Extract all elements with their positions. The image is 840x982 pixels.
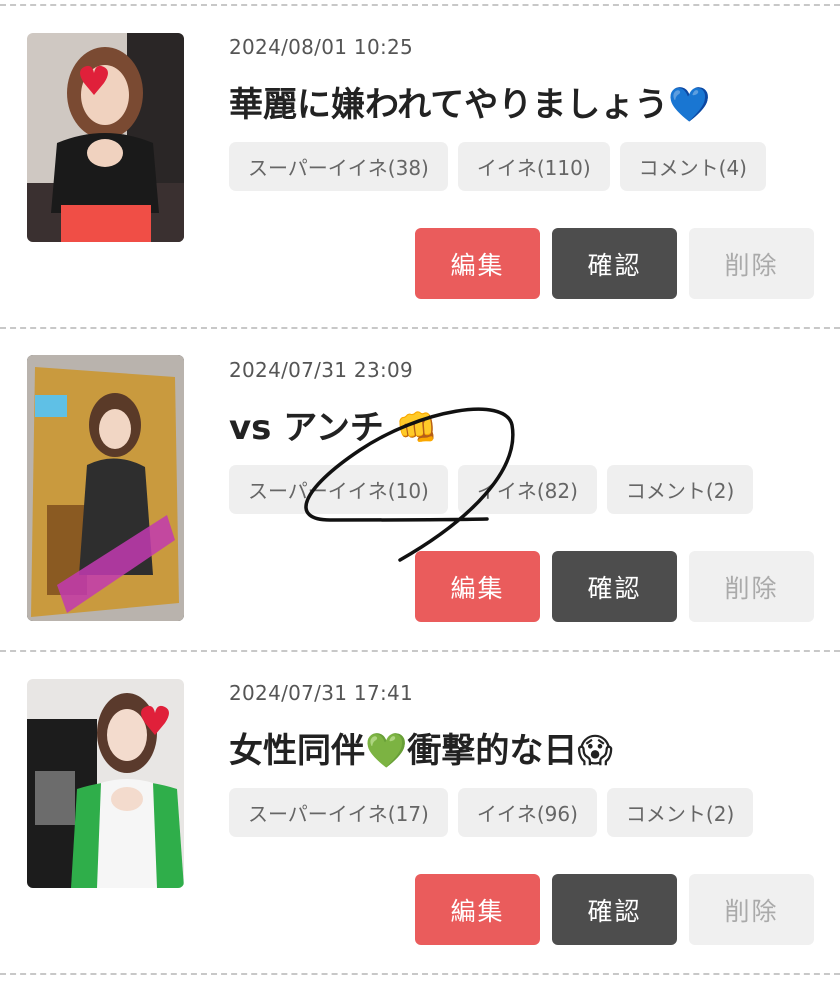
comment-count[interactable]: コメント(4) xyxy=(619,142,766,191)
post-stats: スーパーイイネ(17) イイネ(96) コメント(2) xyxy=(229,788,754,837)
post-item: 2024/08/01 10:25 華麗に嫌われてやりましょう💙 スーパーイイネ(… xyxy=(0,5,840,328)
post-stats: スーパーイイネ(10) イイネ(82) コメント(2) xyxy=(229,465,754,514)
post-title: 華麗に嫌われてやりましょう💙 xyxy=(229,77,711,126)
post-item: 2024/07/31 17:41 女性同伴💚衝撃的な日😱 スーパーイイネ(17)… xyxy=(0,651,840,974)
post-thumbnail[interactable] xyxy=(27,679,184,888)
edit-button[interactable]: 編集 xyxy=(415,551,540,622)
post-item: 2024/07/31 23:09 vs アンチ 👊 スーパーイイネ(10) イイ… xyxy=(0,328,840,651)
like-count[interactable]: イイネ(110) xyxy=(457,142,610,191)
edit-button[interactable]: 編集 xyxy=(415,228,540,299)
post-date: 2024/07/31 17:41 xyxy=(229,681,414,705)
blue-heart-icon: 💙 xyxy=(668,85,711,125)
post-title: 女性同伴💚衝撃的な日😱 xyxy=(229,723,613,772)
post-title: vs アンチ 👊 xyxy=(229,400,438,449)
post-title-text: vs アンチ xyxy=(229,408,384,448)
confirm-button[interactable]: 確認 xyxy=(552,228,677,299)
super-like-count[interactable]: スーパーイイネ(38) xyxy=(229,142,448,191)
comment-count[interactable]: コメント(2) xyxy=(606,465,754,514)
confirm-button[interactable]: 確認 xyxy=(552,551,677,622)
like-count[interactable]: イイネ(96) xyxy=(457,788,597,837)
fist-icon: 👊 xyxy=(395,408,439,448)
post-title-text: 華麗に嫌われてやりましょう xyxy=(229,85,669,125)
post-actions: 編集 確認 削除 xyxy=(415,874,814,945)
super-like-count[interactable]: スーパーイイネ(10) xyxy=(229,465,448,514)
confirm-button[interactable]: 確認 xyxy=(552,874,677,945)
comment-count[interactable]: コメント(2) xyxy=(606,788,754,837)
post-stats: スーパーイイネ(38) イイネ(110) コメント(4) xyxy=(229,142,766,191)
post-date: 2024/08/01 10:25 xyxy=(229,35,414,59)
scream-face-icon: 😱 xyxy=(577,731,613,771)
delete-button[interactable]: 削除 xyxy=(689,228,814,299)
post-title-text: 女性同伴💚衝撃的な日 xyxy=(229,731,578,771)
delete-button[interactable]: 削除 xyxy=(689,874,814,945)
post-date: 2024/07/31 23:09 xyxy=(229,358,414,382)
post-actions: 編集 確認 削除 xyxy=(415,551,814,622)
edit-button[interactable]: 編集 xyxy=(415,874,540,945)
like-count[interactable]: イイネ(82) xyxy=(457,465,597,514)
super-like-count[interactable]: スーパーイイネ(17) xyxy=(229,788,448,837)
post-actions: 編集 確認 削除 xyxy=(415,228,814,299)
delete-button[interactable]: 削除 xyxy=(689,551,814,622)
post-thumbnail[interactable] xyxy=(27,355,184,621)
post-thumbnail[interactable] xyxy=(27,33,184,242)
